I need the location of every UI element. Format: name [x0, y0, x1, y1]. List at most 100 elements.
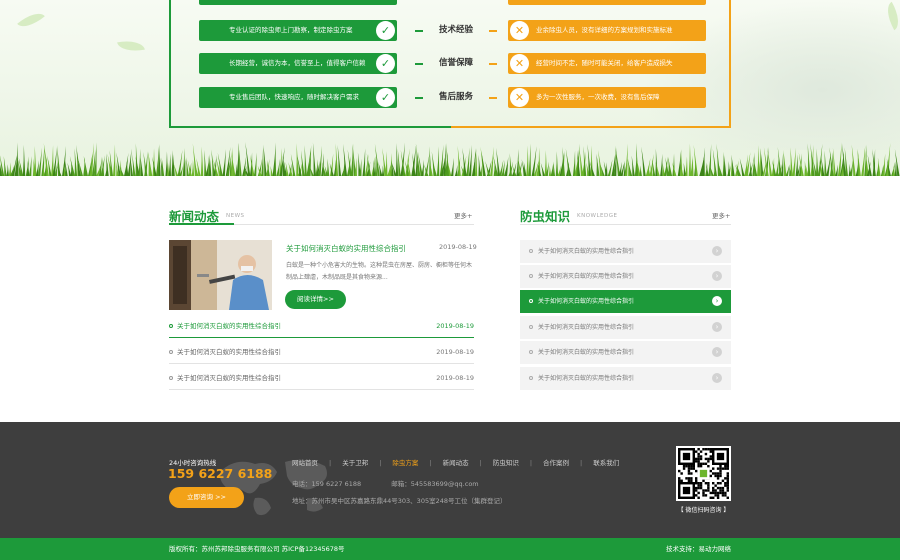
- knowledge-list-item[interactable]: 关于如何消灭白蚁的实用性综合指引 ›: [520, 290, 731, 313]
- cut-pill: [199, 0, 397, 5]
- check-icon: ✓: [376, 21, 395, 40]
- chevron-right-icon: ›: [712, 322, 722, 332]
- close-icon: ✕: [510, 88, 529, 107]
- news-item-underline: [169, 389, 474, 390]
- knowledge-list-item[interactable]: 关于如何消灭白蚁的实用性综合指引 ›: [520, 316, 731, 339]
- site-footer: 24小时咨询热线 159 6227 6188 立即咨询 >> 网站首页 | 关于卫邦…: [0, 422, 900, 538]
- bullet-icon: [529, 299, 533, 303]
- close-icon: ✕: [510, 21, 529, 40]
- bullet-icon: [169, 376, 173, 380]
- chevron-right-icon: ›: [712, 246, 722, 256]
- close-icon: ✕: [510, 54, 529, 73]
- news-featured-title[interactable]: 关于如何消灭白蚁的实用性综合指引: [286, 243, 406, 254]
- news-list-item[interactable]: 关于如何消灭白蚁的实用性综合指引 2019-08-19: [169, 345, 474, 371]
- bullet-icon: [169, 350, 173, 354]
- knowledge-list-item[interactable]: 关于如何消灭白蚁的实用性综合指引 ›: [520, 367, 731, 390]
- dash-green: [415, 63, 423, 65]
- footer-nav-item[interactable]: 新闻动态: [443, 457, 469, 467]
- copyright-bar: 版权所有：苏州苏邦除虫服务有限公司 苏ICP备12345678号 技术支持：易动…: [0, 538, 900, 560]
- nav-separator: |: [529, 459, 533, 467]
- bullet-icon: [169, 324, 173, 328]
- check-icon: ✓: [376, 88, 395, 107]
- knowledge-title: 防虫知识: [520, 209, 571, 224]
- compare-label-text: 信誉保障: [438, 58, 473, 68]
- disadvantage-pill: ✕ 业余除虫人员，没有详细的方案规划和实施标准: [508, 20, 706, 41]
- advantage-pill: 专业售后团队，快速响应，随时解决客户需求 ✓: [199, 87, 397, 108]
- disadvantage-pill: ✕ 多为一次性服务，一次收费，没有售后保障: [508, 87, 706, 108]
- bullet-icon: [529, 249, 533, 253]
- compare-label: 售后服务: [415, 87, 497, 108]
- footer-nav-item[interactable]: 网站首页: [292, 457, 318, 467]
- read-more-button[interactable]: 阅读详情>>: [285, 290, 346, 309]
- bullet-icon: [529, 274, 533, 278]
- disadvantage-pill: ✕ 经营时间不定，随时可能关闭，给客户造成损失: [508, 53, 706, 74]
- news-item-title: 关于如何消灭白蚁的实用性综合指引: [177, 322, 281, 330]
- check-icon: ✓: [376, 54, 395, 73]
- footer-contact-line: 电话：159 6227 6188 邮箱：545583699@qq.com: [292, 478, 479, 488]
- knowledge-item-title: 关于如何消灭白蚁的实用性综合指引: [538, 324, 635, 331]
- advantage-text: 长期经营，诚信为本，信誉至上，值得客户信赖: [229, 59, 366, 67]
- cut-pill: [508, 0, 706, 5]
- news-divider-accent: [169, 223, 234, 225]
- news-list-item[interactable]: 关于如何消灭白蚁的实用性综合指引 2019-08-19: [169, 319, 474, 345]
- footer-address: 地址：苏州市吴中区苏嘉路东鼎44号303、305室248号工位（集群登记）: [292, 497, 507, 505]
- news-item-date: 2019-08-19: [436, 322, 474, 330]
- chevron-right-icon: ›: [712, 271, 722, 281]
- chevron-right-icon: ›: [712, 296, 722, 306]
- nav-separator: |: [580, 459, 583, 467]
- footer-nav: 网站首页 | 关于卫邦 | 除虫方案 | 新闻动态 | 防虫知识 | 合作案例 | 联系我们: [292, 457, 619, 467]
- nav-separator: |: [479, 459, 482, 467]
- disadvantage-text: 业余除虫人员，没有详细的方案规划和实施标准: [536, 26, 673, 34]
- bullet-icon: [529, 350, 533, 354]
- knowledge-list-item[interactable]: 关于如何消灭白蚁的实用性综合指引 ›: [520, 265, 731, 288]
- news-item-date: 2019-08-19: [436, 348, 474, 356]
- knowledge-list-item[interactable]: 关于如何消灭白蚁的实用性综合指引 ›: [520, 341, 731, 364]
- knowledge-divider: [520, 224, 731, 225]
- leaf-decoration: [117, 37, 145, 55]
- bullet-icon: [529, 376, 533, 380]
- comparison-frame-orange-edge: [451, 126, 731, 128]
- grass-decoration: [0, 142, 900, 176]
- comparison-section: 专业认证的除虫师上门勘察，制定除虫方案 ✓ 技术经验 ✕ 业余除虫人员，没有详细…: [0, 0, 900, 176]
- footer-phone: 电话：159 6227 6188: [292, 480, 362, 488]
- news-featured-image[interactable]: [169, 240, 272, 310]
- dash-orange: [489, 97, 497, 99]
- advantage-text: 专业认证的除虫师上门勘察，制定除虫方案: [229, 26, 353, 34]
- tech-support-text: 技术支持：易动力网络: [666, 545, 731, 553]
- knowledge-more-link[interactable]: 更多+: [712, 210, 730, 220]
- disadvantage-text: 多为一次性服务，一次收费，没有售后保障: [536, 93, 660, 101]
- news-item-title: 关于如何消灭白蚁的实用性综合指引: [177, 374, 281, 382]
- consult-button[interactable]: 立即咨询 >>: [169, 487, 244, 508]
- news-featured-desc: 白蚁是一种个小危害大的生物。这种昆虫在房屋、厨房、橱柜等任何木制品上肆虐，木制品…: [286, 262, 473, 281]
- news-item-title: 关于如何消灭白蚁的实用性综合指引: [177, 348, 281, 356]
- nav-separator: |: [379, 459, 382, 467]
- knowledge-item-title: 关于如何消灭白蚁的实用性综合指引: [538, 273, 635, 280]
- footer-nav-item[interactable]: 防虫知识: [493, 457, 519, 467]
- footer-nav-item[interactable]: 联系我们: [593, 457, 619, 467]
- knowledge-title-en: KNOWLEDGE: [577, 213, 618, 219]
- disadvantage-text: 经营时间不定，随时可能关闭，给客户造成损失: [536, 59, 673, 67]
- footer-nav-item-active[interactable]: 除虫方案: [392, 457, 418, 467]
- footer-nav-item[interactable]: 关于卫邦: [342, 457, 368, 467]
- news-item-date: 2019-08-19: [436, 374, 474, 382]
- advantage-pill: 专业认证的除虫师上门勘察，制定除虫方案 ✓: [199, 20, 397, 41]
- qr-code-image: [678, 448, 729, 499]
- dash-green: [415, 30, 423, 32]
- news-item-underline: [169, 363, 474, 364]
- advantage-text: 专业售后团队，快速响应，随时解决客户需求: [229, 93, 359, 101]
- hotline-number: 159 6227 6188: [168, 466, 273, 481]
- news-item-underline: [169, 337, 474, 338]
- compare-label: 技术经验: [415, 20, 497, 41]
- bullet-icon: [529, 325, 533, 329]
- knowledge-item-title: 关于如何消灭白蚁的实用性综合指引: [538, 349, 635, 356]
- leaf-decoration: [17, 7, 45, 33]
- knowledge-item-title: 关于如何消灭白蚁的实用性综合指引: [538, 248, 635, 255]
- news-list-item[interactable]: 关于如何消灭白蚁的实用性综合指引 2019-08-19: [169, 371, 474, 397]
- qr-caption: 【 微信扫码咨询 】: [677, 507, 730, 514]
- footer-nav-item[interactable]: 合作案例: [543, 457, 569, 467]
- news-more-link[interactable]: 更多+: [454, 210, 472, 220]
- footer-email: 邮箱：545583699@qq.com: [391, 480, 479, 488]
- chevron-right-icon: ›: [712, 373, 722, 383]
- compare-label-text: 售后服务: [438, 92, 473, 102]
- knowledge-list-item[interactable]: 关于如何消灭白蚁的实用性综合指引 ›: [520, 240, 731, 263]
